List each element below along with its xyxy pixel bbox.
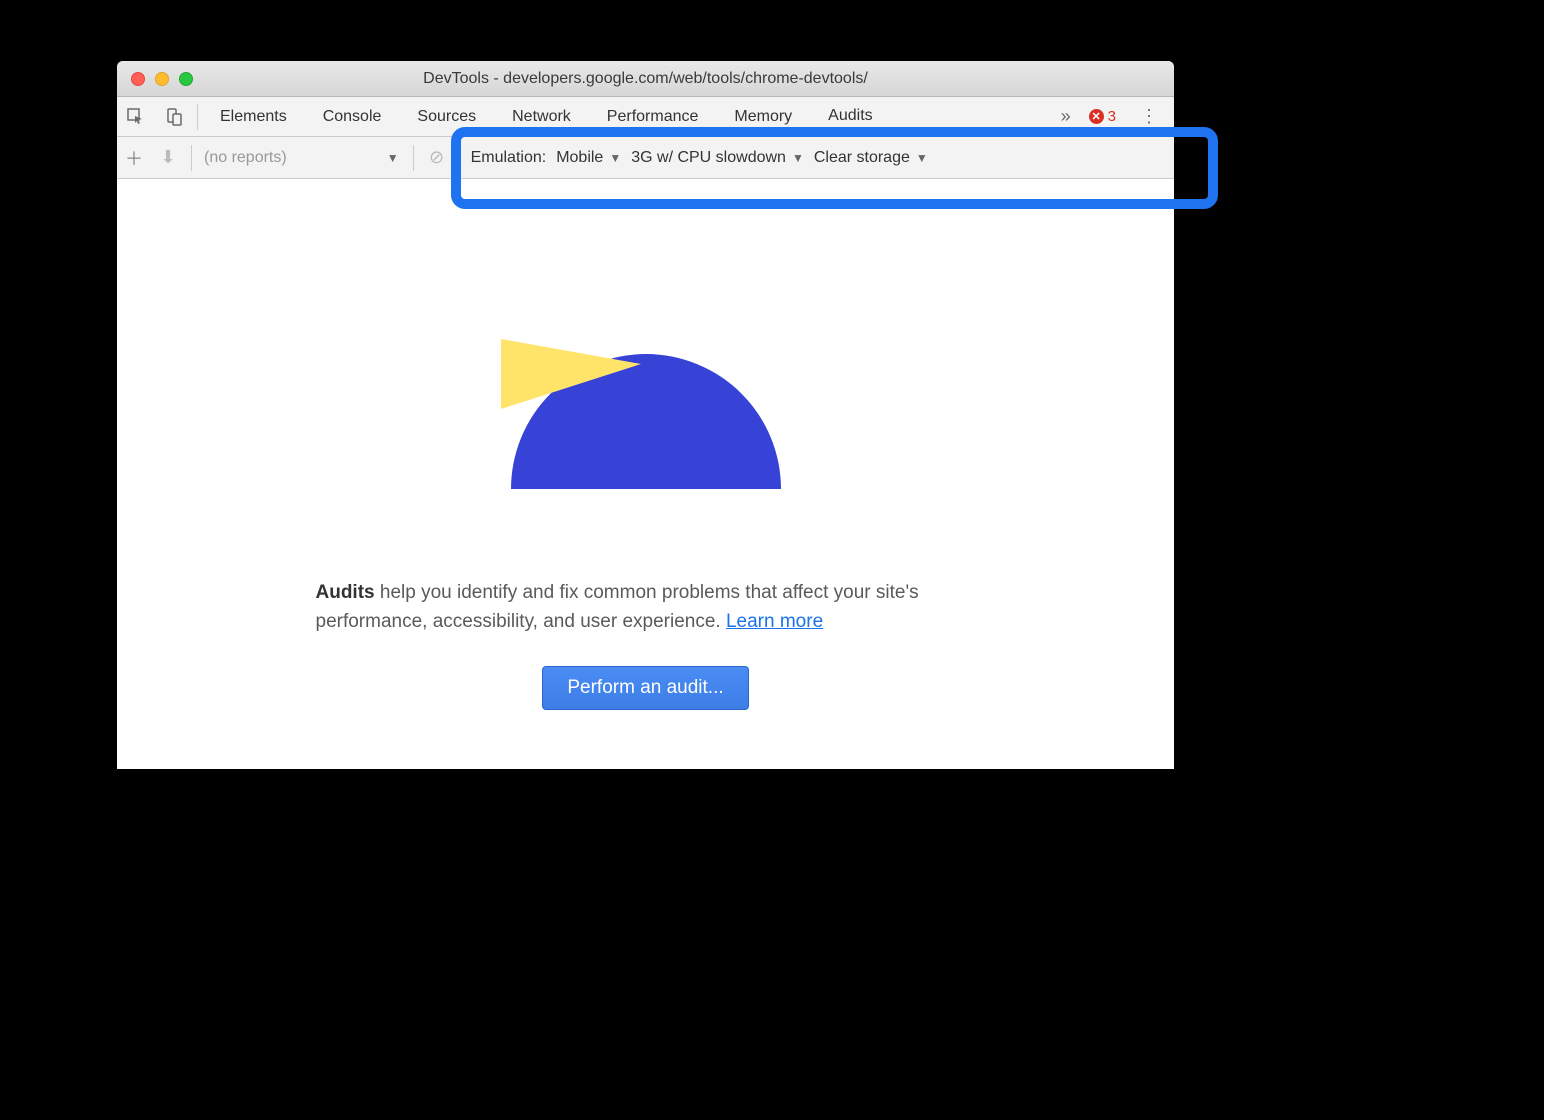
throttling-value: 3G w/ CPU slowdown — [631, 149, 786, 167]
emulation-label: Emulation: — [471, 149, 547, 167]
throttling-dropdown[interactable]: 3G w/ CPU slowdown ▼ — [631, 149, 804, 167]
separator — [460, 145, 461, 171]
tab-console[interactable]: Console — [305, 97, 400, 137]
inspect-element-icon[interactable] — [117, 108, 155, 126]
desc-bold: Audits — [316, 582, 375, 603]
storage-value: Clear storage — [814, 149, 910, 167]
window-title: DevTools - developers.google.com/web/too… — [117, 70, 1174, 88]
lighthouse-illustration — [491, 309, 801, 519]
audits-description: Audits help you identify and fix common … — [316, 579, 976, 636]
tabs: Elements Console Sources Network Perform… — [202, 97, 1051, 137]
titlebar: DevTools - developers.google.com/web/too… — [117, 61, 1174, 97]
learn-more-link[interactable]: Learn more — [726, 611, 823, 632]
download-report-button[interactable]: ⬇ — [151, 147, 185, 168]
emulation-device-dropdown[interactable]: Mobile ▼ — [556, 149, 621, 167]
settings-menu-icon[interactable]: ⋮ — [1124, 106, 1174, 127]
tab-audits[interactable]: Audits — [810, 97, 890, 137]
traffic-lights — [131, 72, 193, 86]
desc-text: help you identify and fix common problem… — [316, 582, 919, 632]
chevron-down-icon: ▼ — [387, 151, 399, 165]
separator — [197, 104, 198, 130]
emulation-device-value: Mobile — [556, 149, 603, 167]
audits-content: Audits help you identify and fix common … — [117, 179, 1174, 769]
close-window-button[interactable] — [131, 72, 145, 86]
device-toggle-icon[interactable] — [155, 108, 193, 126]
chevron-down-icon: ▼ — [792, 151, 804, 165]
separator — [191, 145, 192, 171]
error-count-badge[interactable]: ✕ 3 — [1081, 108, 1124, 125]
storage-dropdown[interactable]: Clear storage ▼ — [814, 149, 928, 167]
separator — [413, 145, 414, 171]
devtools-window: DevTools - developers.google.com/web/too… — [117, 61, 1174, 769]
tab-memory[interactable]: Memory — [716, 97, 810, 137]
tab-elements[interactable]: Elements — [202, 97, 305, 137]
error-icon: ✕ — [1089, 109, 1104, 124]
devtools-tabbar: Elements Console Sources Network Perform… — [117, 97, 1174, 137]
tab-performance[interactable]: Performance — [589, 97, 717, 137]
minimize-window-button[interactable] — [155, 72, 169, 86]
audits-toolbar: ＋ ⬇ (no reports) ▼ ⊘ Emulation: Mobile ▼… — [117, 137, 1174, 179]
reports-placeholder: (no reports) — [204, 149, 287, 167]
clear-button[interactable]: ⊘ — [420, 147, 454, 168]
chevron-down-icon: ▼ — [916, 151, 928, 165]
chevron-down-icon: ▼ — [609, 151, 621, 165]
error-count: 3 — [1108, 108, 1116, 125]
new-audit-button[interactable]: ＋ — [117, 145, 151, 171]
maximize-window-button[interactable] — [179, 72, 193, 86]
perform-audit-button[interactable]: Perform an audit... — [542, 666, 748, 710]
reports-dropdown[interactable]: (no reports) ▼ — [198, 149, 399, 167]
emulation-controls: Emulation: Mobile ▼ 3G w/ CPU slowdown ▼… — [471, 149, 942, 167]
tab-sources[interactable]: Sources — [399, 97, 494, 137]
more-tabs-icon[interactable]: » — [1051, 106, 1081, 127]
tab-network[interactable]: Network — [494, 97, 589, 137]
